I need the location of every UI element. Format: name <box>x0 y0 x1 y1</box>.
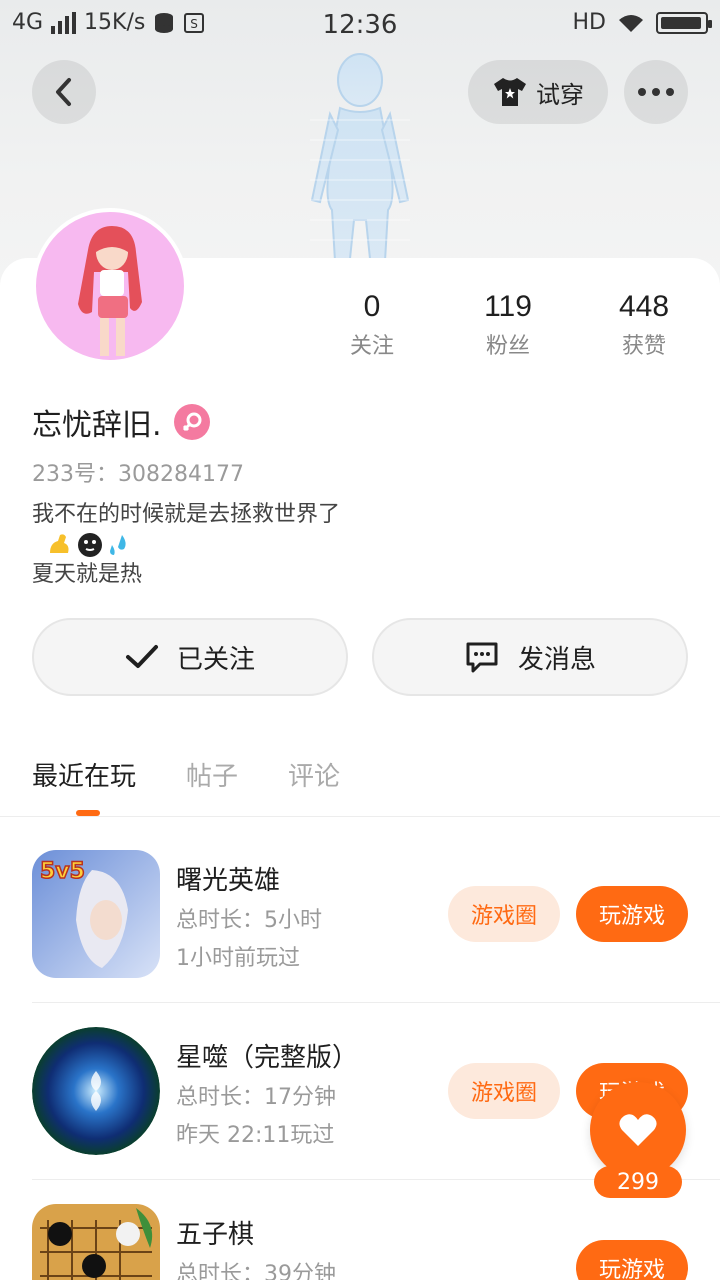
chevron-left-icon <box>56 78 71 106</box>
game-circle-button[interactable]: 游戏圈 <box>448 1063 560 1119</box>
profile-name-row: 忘忧辞旧. <box>32 400 210 444</box>
tab-comments[interactable]: 评论 <box>288 756 340 793</box>
flexed-biceps-icon <box>50 534 69 553</box>
stat-followers[interactable]: 119 粉丝 <box>448 290 568 360</box>
hd-indicator: HD <box>572 10 606 35</box>
check-icon <box>125 645 158 668</box>
row-divider <box>32 1002 720 1003</box>
back-button[interactable] <box>32 60 96 124</box>
like-count: 299 <box>594 1166 682 1198</box>
battery-icon <box>656 11 712 34</box>
game-duration: 总时长：17分钟 <box>176 1085 336 1110</box>
heart-icon <box>619 1114 657 1146</box>
profile-tabs: 最近在玩 帖子 评论 <box>32 756 340 793</box>
game-last-played: 1小时前玩过 <box>176 946 300 971</box>
game-row[interactable]: 五子棋 总时长：39分钟 玩游戏 <box>0 1204 720 1280</box>
like-fab-button[interactable] <box>590 1082 686 1178</box>
more-dots-icon <box>638 88 674 96</box>
tab-posts[interactable]: 帖子 <box>186 756 238 793</box>
followed-button[interactable]: 已关注 <box>32 618 348 696</box>
status-right: HD <box>572 10 712 35</box>
play-game-button[interactable]: 玩游戏 <box>576 1240 688 1280</box>
chat-bubble-icon <box>466 642 498 673</box>
bio-emoji-row <box>46 530 340 560</box>
more-button[interactable] <box>624 60 688 124</box>
game-icon: 5v5 <box>32 850 160 978</box>
followers-count: 119 <box>484 290 532 323</box>
wifi-icon <box>619 14 643 32</box>
avatar-character-image <box>78 226 142 356</box>
game-icon <box>32 1204 160 1280</box>
try-on-button[interactable]: 试穿 <box>468 60 608 124</box>
game-duration: 总时长：39分钟 <box>176 1262 336 1280</box>
play-game-button[interactable]: 玩游戏 <box>576 886 688 942</box>
tshirt-icon <box>494 78 526 106</box>
bio: 我不在的时候就是去拯救世界了 夏天就是热 <box>32 500 340 590</box>
followed-label: 已关注 <box>176 644 255 675</box>
likes-count: 448 <box>618 290 670 323</box>
game-badge: 5v5 <box>40 859 85 884</box>
game-name: 星噬（完整版） <box>176 1043 359 1073</box>
send-message-label: 发消息 <box>517 644 596 675</box>
game-name: 五子棋 <box>176 1220 255 1250</box>
stat-likes[interactable]: 448 获赞 <box>584 290 704 360</box>
game-duration: 总时长：5小时 <box>176 908 322 933</box>
tab-recently-played[interactable]: 最近在玩 <box>32 756 136 793</box>
game-row[interactable]: 5v5 曙光英雄 总时长：5小时 1小时前玩过 游戏圈 玩游戏 <box>0 850 720 1026</box>
stat-following[interactable]: 0 关注 <box>312 290 432 360</box>
following-count: 0 <box>363 290 381 323</box>
following-label: 关注 <box>349 334 394 359</box>
status-bar: 4G 15K/s S 12:36 HD <box>0 0 720 50</box>
game-circle-button[interactable]: 游戏圈 <box>448 886 560 942</box>
game-icon <box>32 1027 160 1155</box>
followers-label: 粉丝 <box>485 334 530 359</box>
game-last-played: 昨天 22:11玩过 <box>176 1123 335 1148</box>
likes-label: 获赞 <box>621 334 666 359</box>
nickname: 忘忧辞旧. <box>32 408 162 443</box>
bio-line-1: 我不在的时候就是去拯救世界了 <box>32 502 341 527</box>
user-id: 233号：308284177 <box>32 462 244 487</box>
game-name: 曙光英雄 <box>176 866 281 896</box>
avatar[interactable] <box>32 208 188 364</box>
sweat-drops-icon <box>110 535 126 555</box>
bio-line-3: 夏天就是热 <box>32 562 143 587</box>
send-message-button[interactable]: 发消息 <box>372 618 688 696</box>
avatar-hologram-figure <box>310 53 410 279</box>
dark-face-icon <box>78 533 102 557</box>
try-on-label: 试穿 <box>536 80 584 109</box>
female-icon <box>173 404 210 440</box>
tab-divider <box>0 816 720 817</box>
